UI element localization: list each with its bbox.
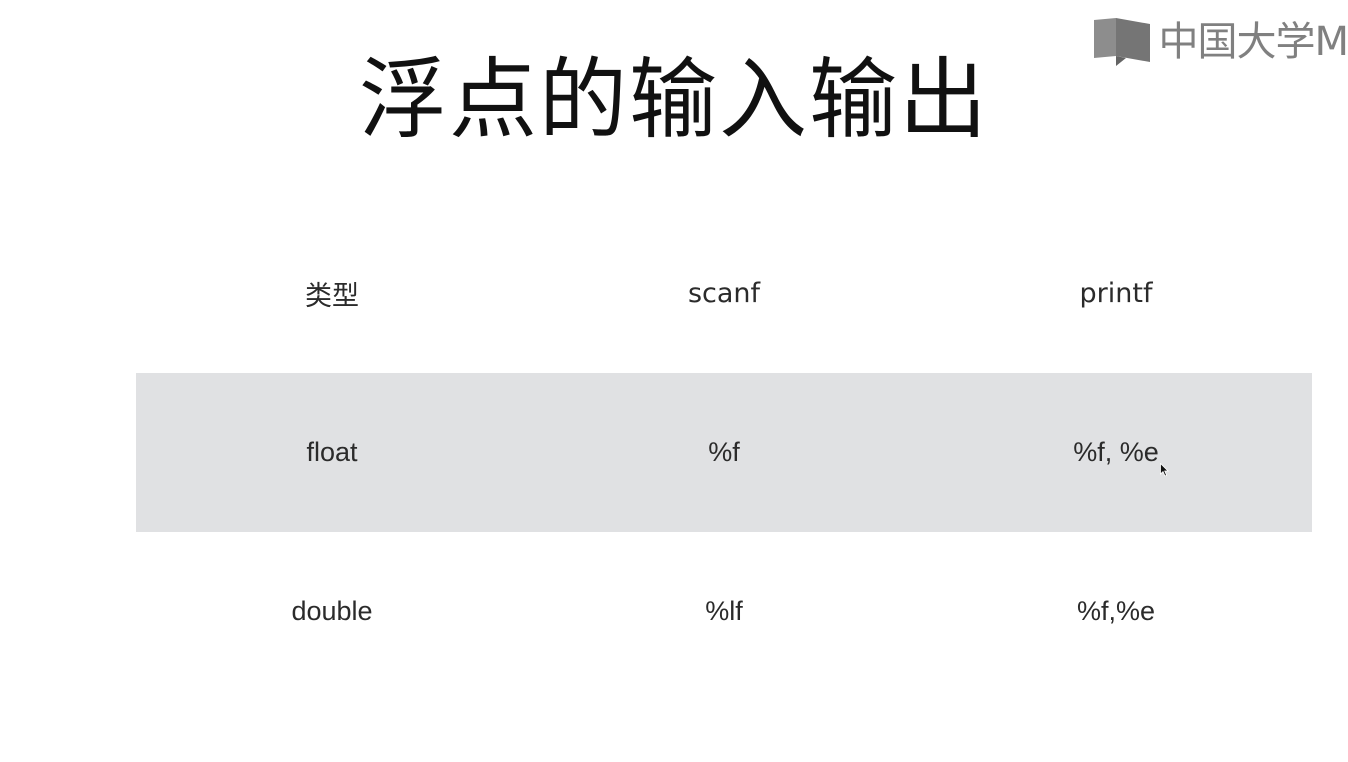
cell-printf: %f, %e bbox=[920, 373, 1312, 532]
table-header-row: 类型 scanf printf bbox=[136, 214, 1312, 373]
header-type: 类型 bbox=[305, 281, 359, 312]
cell-scanf: %lf bbox=[705, 596, 743, 626]
format-table: 类型 scanf printf float %f %f, %e double %… bbox=[136, 214, 1312, 691]
slide: 中国大学M 浮点的输入输出 类型 scanf printf float %f %… bbox=[0, 0, 1348, 762]
table-row: float %f %f, %e bbox=[136, 373, 1312, 532]
cell-type: float bbox=[136, 373, 528, 532]
cell-printf: %f,%e bbox=[1076, 596, 1156, 626]
cell-type: double bbox=[291, 596, 373, 626]
header-scanf: scanf bbox=[687, 278, 761, 309]
cell-scanf: %f bbox=[528, 373, 920, 532]
header-printf: printf bbox=[1079, 278, 1153, 309]
page-title: 浮点的输入输出 bbox=[358, 48, 989, 151]
table-row: double %lf %f,%e bbox=[136, 532, 1312, 691]
mouse-cursor-icon bbox=[1160, 463, 1169, 477]
